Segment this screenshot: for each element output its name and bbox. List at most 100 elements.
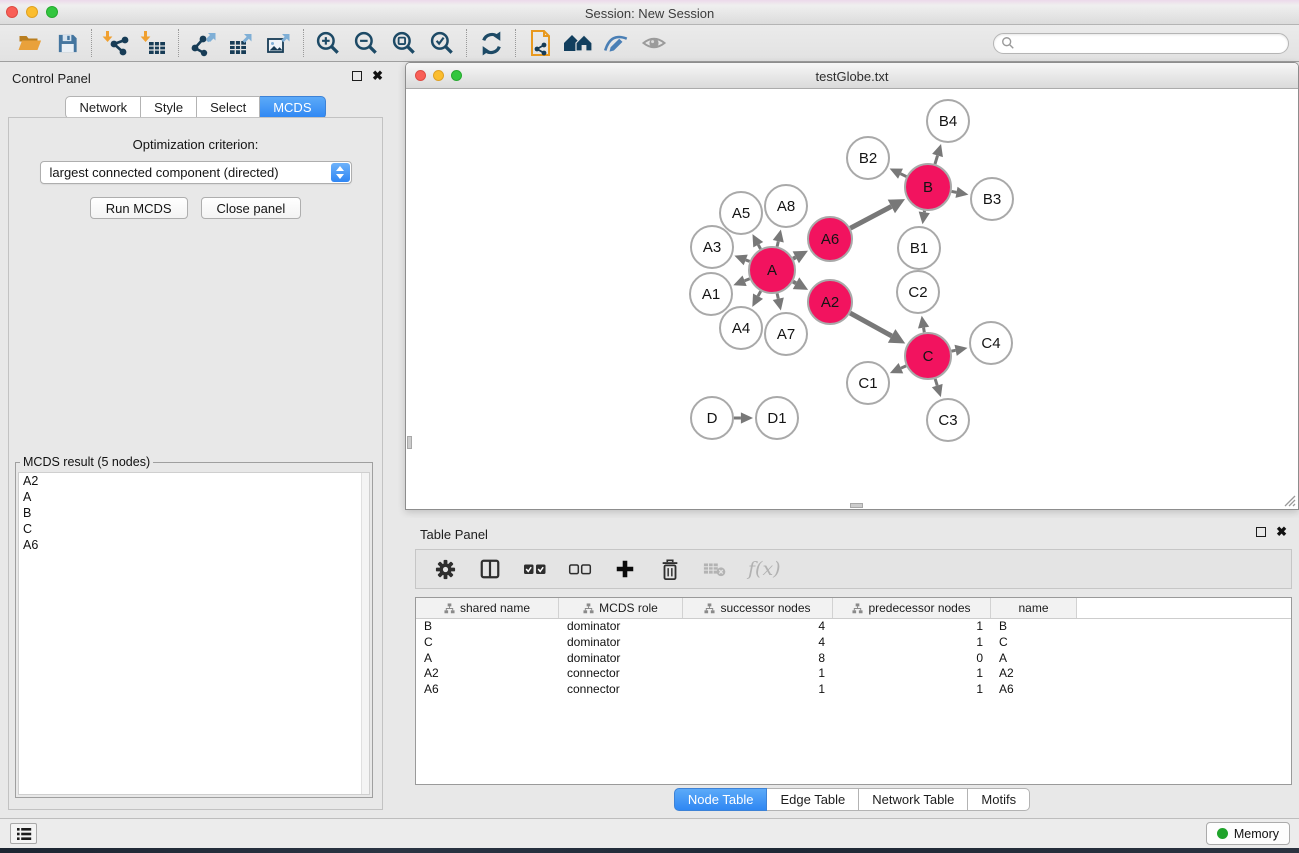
graph-edge-A6-B[interactable] (850, 206, 891, 228)
network-canvas[interactable]: B4B2BB3A5A8A6A3B1AA1C2A2A4A7C4CC1C3DD1 (407, 90, 1297, 508)
memory-button[interactable]: Memory (1206, 822, 1290, 845)
scrollbar-track[interactable] (361, 473, 369, 794)
resize-grip-icon[interactable] (1283, 494, 1296, 507)
graph-edge-A-A1[interactable] (745, 279, 750, 281)
network-window-titlebar[interactable]: testGlobe.txt (406, 63, 1298, 89)
column-header-name[interactable]: name (991, 598, 1077, 618)
zoom-selected-button[interactable] (423, 28, 461, 58)
graph-edge-A-A8[interactable] (777, 241, 778, 246)
table-row[interactable]: Adominator80A (416, 651, 1291, 667)
close-panel-icon[interactable]: ✖ (372, 70, 383, 82)
node-table[interactable]: shared nameMCDS rolesuccessor nodesprede… (415, 597, 1292, 785)
graph-edge-A-A7[interactable] (777, 293, 778, 298)
tab-select[interactable]: Select (197, 96, 260, 119)
float-table-panel-icon[interactable] (1256, 527, 1266, 537)
export-image-button[interactable] (260, 28, 298, 58)
run-mcds-button[interactable]: Run MCDS (90, 197, 188, 219)
table-cell[interactable]: 1 (683, 682, 833, 698)
table-cell[interactable]: A (991, 651, 1077, 667)
tab-network[interactable]: Network (65, 96, 141, 119)
table-cell[interactable]: 1 (833, 619, 991, 635)
graph-edge-C-C1[interactable] (901, 366, 906, 368)
column-header-shared-name[interactable]: shared name (416, 598, 559, 618)
table-cell[interactable]: A6 (991, 682, 1077, 698)
network-graph[interactable]: B4B2BB3A5A8A6A3B1AA1C2A2A4A7C4CC1C3DD1 (407, 90, 1299, 510)
import-network-button[interactable] (97, 28, 135, 58)
tab-mcds[interactable]: MCDS (260, 96, 325, 119)
column-header-predecessor-nodes[interactable]: predecessor nodes (833, 598, 991, 618)
graph-edge-A-A3[interactable] (746, 260, 750, 261)
zoom-in-button[interactable] (309, 28, 347, 58)
table-cell[interactable]: dominator (559, 619, 683, 635)
hide-annotations-button[interactable] (597, 28, 635, 58)
table-row[interactable]: A6connector11A6 (416, 682, 1291, 698)
graph-edge-A-A5[interactable] (758, 245, 760, 249)
delete-columns-button[interactable] (658, 556, 682, 582)
table-cell[interactable]: 8 (683, 651, 833, 667)
table-cell[interactable]: 4 (683, 635, 833, 651)
tab-edge-table[interactable]: Edge Table (767, 788, 859, 811)
maximize-window-button[interactable] (46, 6, 58, 18)
table-cell[interactable]: dominator (559, 635, 683, 651)
network-minimize-button[interactable] (433, 70, 444, 81)
graph-edge-B-B3[interactable] (952, 191, 957, 192)
function-builder-button[interactable]: f(x) (748, 556, 781, 582)
table-cell[interactable]: C (991, 635, 1077, 651)
zoom-fit-button[interactable] (385, 28, 423, 58)
mcds-result-item[interactable]: C (19, 521, 369, 537)
mcds-result-item[interactable]: B (19, 505, 369, 521)
column-header-successor-nodes[interactable]: successor nodes (683, 598, 833, 618)
table-cell[interactable]: 1 (833, 682, 991, 698)
zoom-out-button[interactable] (347, 28, 385, 58)
table-cell[interactable]: 1 (833, 635, 991, 651)
graph-edge-B-B4[interactable] (935, 156, 938, 164)
table-cell[interactable]: A2 (991, 666, 1077, 682)
close-panel-button[interactable]: Close panel (201, 197, 302, 219)
graph-edge-C-C3[interactable] (935, 379, 937, 386)
table-row[interactable]: A2connector11A2 (416, 666, 1291, 682)
mcds-result-item[interactable]: A6 (19, 537, 369, 553)
task-history-button[interactable] (10, 823, 37, 844)
close-table-panel-icon[interactable]: ✖ (1276, 526, 1287, 538)
table-cell[interactable]: B (991, 619, 1077, 635)
table-cell[interactable]: 0 (833, 651, 991, 667)
table-row[interactable]: Bdominator41B (416, 619, 1291, 635)
graph-edge-C-C2[interactable] (924, 328, 925, 333)
tab-motifs[interactable]: Motifs (968, 788, 1030, 811)
table-cell[interactable]: A6 (416, 682, 559, 698)
table-cell[interactable]: 4 (683, 619, 833, 635)
column-header-MCDS-role[interactable]: MCDS role (559, 598, 683, 618)
table-settings-button[interactable] (433, 556, 457, 582)
table-cell[interactable]: connector (559, 666, 683, 682)
export-table-button[interactable] (222, 28, 260, 58)
create-column-button[interactable] (613, 556, 637, 582)
mcds-result-item[interactable]: A (19, 489, 369, 505)
tab-style[interactable]: Style (141, 96, 197, 119)
home-pages-button[interactable] (559, 28, 597, 58)
graph-edge-B-B2[interactable] (901, 174, 907, 177)
table-row[interactable]: Cdominator41C (416, 635, 1291, 651)
import-table-button[interactable] (135, 28, 173, 58)
tab-network-table[interactable]: Network Table (859, 788, 968, 811)
table-cell[interactable]: connector (559, 682, 683, 698)
select-all-columns-button[interactable] (523, 556, 547, 582)
criterion-dropdown[interactable]: largest connected component (directed) (40, 161, 352, 184)
search-input[interactable] (1015, 35, 1288, 52)
open-session-button[interactable] (10, 28, 48, 58)
table-cell[interactable]: A (416, 651, 559, 667)
mcds-result-item[interactable]: A2 (19, 473, 369, 489)
graph-edge-A2-C[interactable] (850, 313, 892, 336)
new-network-from-selection-button[interactable] (521, 28, 559, 58)
refresh-layout-button[interactable] (472, 28, 510, 58)
tab-node-table[interactable]: Node Table (674, 788, 768, 811)
graph-edge-C-C4[interactable] (952, 350, 956, 351)
network-maximize-button[interactable] (451, 70, 462, 81)
table-cell[interactable]: B (416, 619, 559, 635)
table-cell[interactable]: C (416, 635, 559, 651)
vertical-scrollbar-thumb[interactable] (407, 436, 412, 449)
table-cell[interactable]: A2 (416, 666, 559, 682)
horizontal-scrollbar-thumb[interactable] (850, 503, 863, 508)
table-cell[interactable]: dominator (559, 651, 683, 667)
save-session-button[interactable] (48, 28, 86, 58)
delete-table-button[interactable] (703, 556, 727, 582)
